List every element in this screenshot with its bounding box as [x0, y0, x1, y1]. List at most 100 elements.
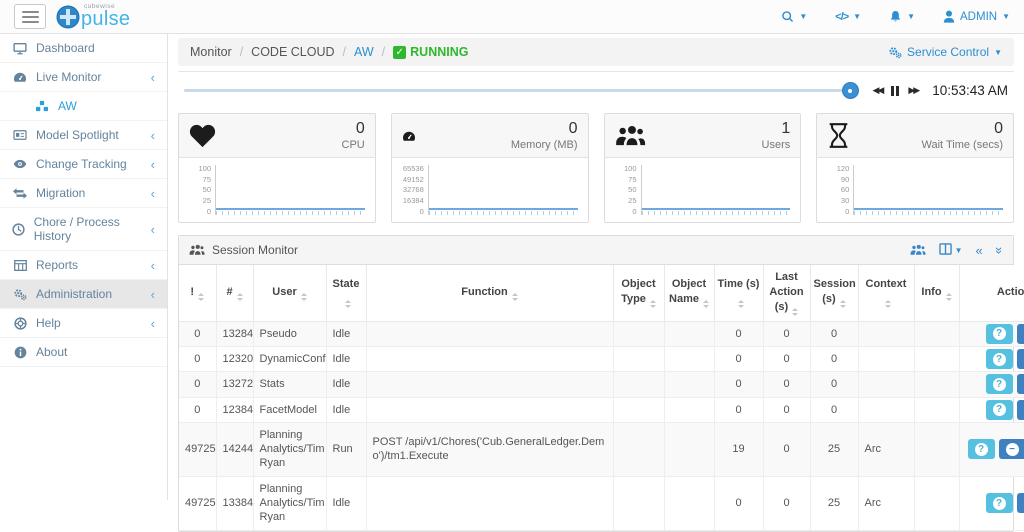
stat-value: 0 — [922, 119, 1004, 139]
table-row[interactable]: 4972513384Planning Analytics/Tim RyanIdl… — [179, 476, 1024, 530]
session-monitor-panel: Session Monitor ▼ « » !#UserStateFu — [178, 235, 1014, 532]
session-info-button[interactable]: ? — [986, 374, 1013, 394]
session-more-button[interactable]: − — [1017, 374, 1024, 394]
fast-backward-icon[interactable]: ◀◀ — [873, 85, 883, 96]
stat-card-header: 0Wait Time (secs) — [817, 114, 1013, 158]
table-row[interactable]: 013284PseudoIdle000?− — [179, 321, 1024, 346]
sidebar-item-chore-process-history[interactable]: Chore / Process History‹ — [0, 208, 167, 251]
column-header-info[interactable]: Info — [914, 265, 959, 321]
sort-icon[interactable] — [946, 293, 952, 301]
menu-toggle-button[interactable] — [14, 4, 46, 29]
service-control-button[interactable]: Service Control ▼ — [888, 45, 1002, 59]
y-tick-label: 0 — [207, 208, 211, 216]
cell-object-name — [664, 476, 714, 530]
column-header-[interactable]: # — [216, 265, 253, 321]
chart-series-line — [429, 208, 578, 210]
column-header-user[interactable]: User — [253, 265, 326, 321]
column-header-last-action-s[interactable]: Last Action (s) — [763, 265, 810, 321]
session-info-button[interactable]: ? — [986, 493, 1013, 513]
sort-icon[interactable] — [301, 293, 307, 301]
slider-track[interactable] — [184, 89, 859, 92]
sort-icon[interactable] — [703, 300, 709, 308]
session-info-button[interactable]: ? — [968, 439, 995, 459]
stat-mini-chart: 655364915232768163840 — [392, 158, 588, 222]
minus-icon: − — [1006, 443, 1019, 456]
code-menu[interactable]: </>▼ — [835, 11, 861, 23]
column-header-label: User — [272, 286, 296, 298]
stat-label: CPU — [342, 139, 365, 153]
users-icon[interactable] — [910, 244, 926, 256]
column-header-object-name[interactable]: Object Name — [664, 265, 714, 321]
table-row[interactable]: 012320DynamicConfigIdle000?− — [179, 346, 1024, 371]
cell-info — [914, 476, 959, 530]
stat-card-memory-mb: 0Memory (MB)655364915232768163840 — [391, 113, 589, 223]
sort-icon[interactable] — [792, 308, 798, 316]
sidebar-item-live-monitor[interactable]: Live Monitor‹ — [0, 63, 167, 92]
sidebar-item-aw[interactable]: AW — [0, 92, 167, 121]
sort-icon[interactable] — [237, 293, 243, 301]
session-more-button[interactable]: − — [1017, 324, 1024, 344]
session-info-button[interactable]: ? — [986, 400, 1013, 420]
sidebar-item-model-spotlight[interactable]: Model Spotlight‹ — [0, 121, 167, 150]
timeline-slider[interactable] — [184, 82, 859, 99]
sort-icon[interactable] — [198, 293, 204, 301]
sidebar-item-change-tracking[interactable]: Change Tracking‹ — [0, 150, 167, 179]
collapse-left-icon[interactable]: « — [976, 244, 983, 257]
search-menu[interactable]: ▼ — [781, 10, 807, 23]
search-icon — [781, 10, 794, 23]
sidebar-item-about[interactable]: About — [0, 338, 167, 367]
column-header-session-s[interactable]: Session (s) — [810, 265, 858, 321]
table-row[interactable]: 4972514244Planning Analytics/Tim RyanRun… — [179, 422, 1024, 476]
column-header-time-s[interactable]: Time (s) — [714, 265, 763, 321]
sort-icon[interactable] — [345, 300, 351, 308]
stat-label: Memory (MB) — [511, 139, 578, 153]
session-more-button[interactable]: − — [1017, 400, 1024, 420]
pulse-logo[interactable]: cubewise pulse — [56, 4, 130, 30]
cell-time: 0 — [714, 372, 763, 397]
life-ring-icon — [12, 317, 28, 330]
sort-icon[interactable] — [512, 293, 518, 301]
sidebar-item-help[interactable]: Help‹ — [0, 309, 167, 338]
session-more-button[interactable]: − — [1017, 493, 1024, 513]
cell-function — [366, 397, 613, 422]
column-header-state[interactable]: State — [326, 265, 366, 321]
chevron-left-icon: ‹ — [151, 187, 155, 200]
column-header-[interactable]: ! — [179, 265, 216, 321]
slider-handle[interactable] — [842, 82, 859, 99]
column-header-context[interactable]: Context — [858, 265, 914, 321]
sidebar-item-administration[interactable]: Administration‹ — [0, 280, 167, 309]
column-header-action[interactable]: Action — [959, 265, 1024, 321]
caret-down-icon: ▼ — [907, 12, 915, 21]
sort-icon[interactable] — [650, 300, 656, 308]
session-info-button[interactable]: ? — [986, 324, 1013, 344]
cell-function — [366, 372, 613, 397]
notifications-menu[interactable]: ▼ — [889, 10, 915, 23]
column-header-function[interactable]: Function — [366, 265, 613, 321]
cell-alert: 0 — [179, 397, 216, 422]
sidebar-item-dashboard[interactable]: Dashboard — [0, 34, 167, 63]
cell-last-action: 0 — [763, 422, 810, 476]
user-menu-label: ADMIN — [960, 11, 997, 23]
sidebar-item-migration[interactable]: Migration‹ — [0, 179, 167, 208]
sort-icon[interactable] — [738, 300, 744, 308]
columns-menu[interactable]: ▼ — [939, 243, 963, 258]
collapse-up-icon[interactable]: » — [992, 246, 1007, 253]
table-row[interactable]: 012384FacetModelIdle000?− — [179, 397, 1024, 422]
sidebar-item-reports[interactable]: Reports‹ — [0, 251, 167, 280]
session-info-button[interactable]: ? — [986, 349, 1013, 369]
y-tick-label: 100 — [198, 165, 211, 173]
table-row[interactable]: 013272StatsIdle000?− — [179, 372, 1024, 397]
stat-card-users: 1Users1007550250 — [604, 113, 802, 223]
session-more-button[interactable]: − — [1017, 349, 1024, 369]
session-cancel-button[interactable]: − — [999, 439, 1024, 459]
pause-icon[interactable] — [891, 86, 899, 96]
breadcrumb-aw[interactable]: AW — [354, 45, 374, 59]
fast-forward-icon[interactable]: ▶▶ — [908, 85, 918, 96]
sort-icon[interactable] — [885, 300, 891, 308]
column-header-object-type[interactable]: Object Type — [613, 265, 664, 321]
panel-title: Session Monitor — [212, 243, 298, 257]
sort-icon[interactable] — [840, 300, 846, 308]
user-menu[interactable]: ADMIN ▼ — [943, 10, 1010, 23]
cell-alert: 0 — [179, 346, 216, 371]
question-icon: ? — [993, 403, 1006, 416]
